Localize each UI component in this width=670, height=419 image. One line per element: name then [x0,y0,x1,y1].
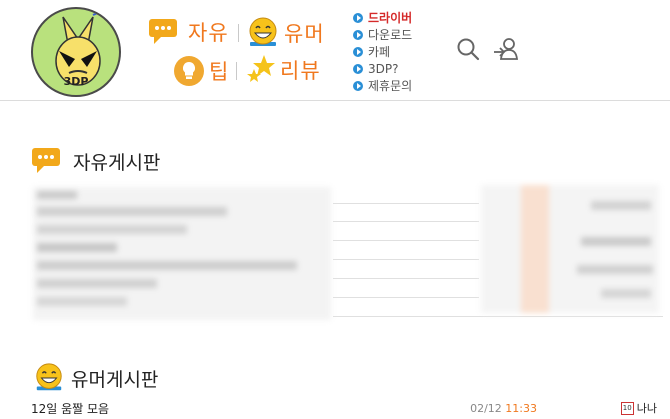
header-links: 드라이버 다운로드 카페 3DP? 제휴문의 [353,9,412,94]
blurred-content-graphic [481,185,659,313]
list-divider [333,316,663,317]
arrow-circle-icon [353,63,363,74]
blurred-post-list [33,187,331,320]
post-time: 11:33 [505,401,537,415]
link-download-label: 다운로드 [368,28,413,42]
login-button[interactable] [493,37,519,65]
logo-text: 3DP [63,75,89,88]
post-title[interactable]: 12일 움짤 모음 [31,400,109,417]
arrow-circle-icon [353,80,363,91]
nav-divider [236,62,237,80]
site-logo[interactable]: 3DP [31,7,121,97]
nav-review[interactable]: 리뷰 [246,54,321,86]
blurred-post-meta [481,185,659,313]
nav-review-label: 리뷰 [280,59,321,83]
stars-icon [247,55,275,82]
list-divider [333,240,479,241]
humor-board-header[interactable]: 유머게시판 [33,362,158,394]
post-author[interactable]: 10 나나 [620,400,657,416]
list-divider [333,221,479,222]
level-badge-icon: 10 [620,401,634,415]
link-about-label: 3DP? [368,61,399,76]
post-datetime: 02/12 11:33 [470,402,537,415]
link-cafe-label: 카페 [368,45,391,59]
nav-free-label: 자유 [188,21,229,45]
post-date: 02/12 [470,401,502,415]
nav-humor-label: 유머 [284,22,325,46]
lightbulb-icon [174,56,204,86]
link-download[interactable]: 다운로드 [353,26,412,43]
link-partnership-label: 제휴문의 [368,79,413,93]
search-button[interactable] [456,37,480,65]
link-driver[interactable]: 드라이버 [353,9,412,26]
arrow-circle-icon [353,29,363,40]
site-header: 3DP 자유 유머 팁 리뷰 드라이버 다운로드 카페 3DP? 제휴문의 [0,0,670,101]
chat-bubble-icon [149,19,177,44]
chat-bubble-icon [32,148,60,173]
nav-tip-label: 팁 [209,60,230,84]
search-icon [457,38,480,61]
nav-divider [238,24,239,42]
nav-humor[interactable]: 유머 [246,16,325,50]
list-divider [333,297,479,298]
link-driver-label: 드라이버 [368,11,413,25]
author-name: 나나 [636,402,657,415]
nav-tip[interactable]: 팁 [173,55,229,87]
nav-free[interactable]: 자유 [148,17,229,47]
free-board-header[interactable]: 자유게시판 [31,146,160,176]
arrow-circle-icon [353,12,363,23]
list-divider [333,259,479,260]
arrow-circle-icon [353,46,363,57]
laughing-face-icon [36,363,62,391]
laughing-face-icon [249,17,277,46]
link-about[interactable]: 3DP? [353,60,412,77]
list-divider [333,203,479,204]
link-partnership[interactable]: 제휴문의 [353,77,412,94]
list-item[interactable]: 12일 움짤 모음 02/12 11:33 10 나나 [31,399,663,417]
free-board-title: 자유게시판 [73,151,161,174]
humor-board-title: 유머게시판 [71,368,159,391]
list-divider [333,278,479,279]
login-user-icon [494,38,519,60]
link-cafe[interactable]: 카페 [353,43,412,60]
blurred-content-graphic [33,187,331,320]
